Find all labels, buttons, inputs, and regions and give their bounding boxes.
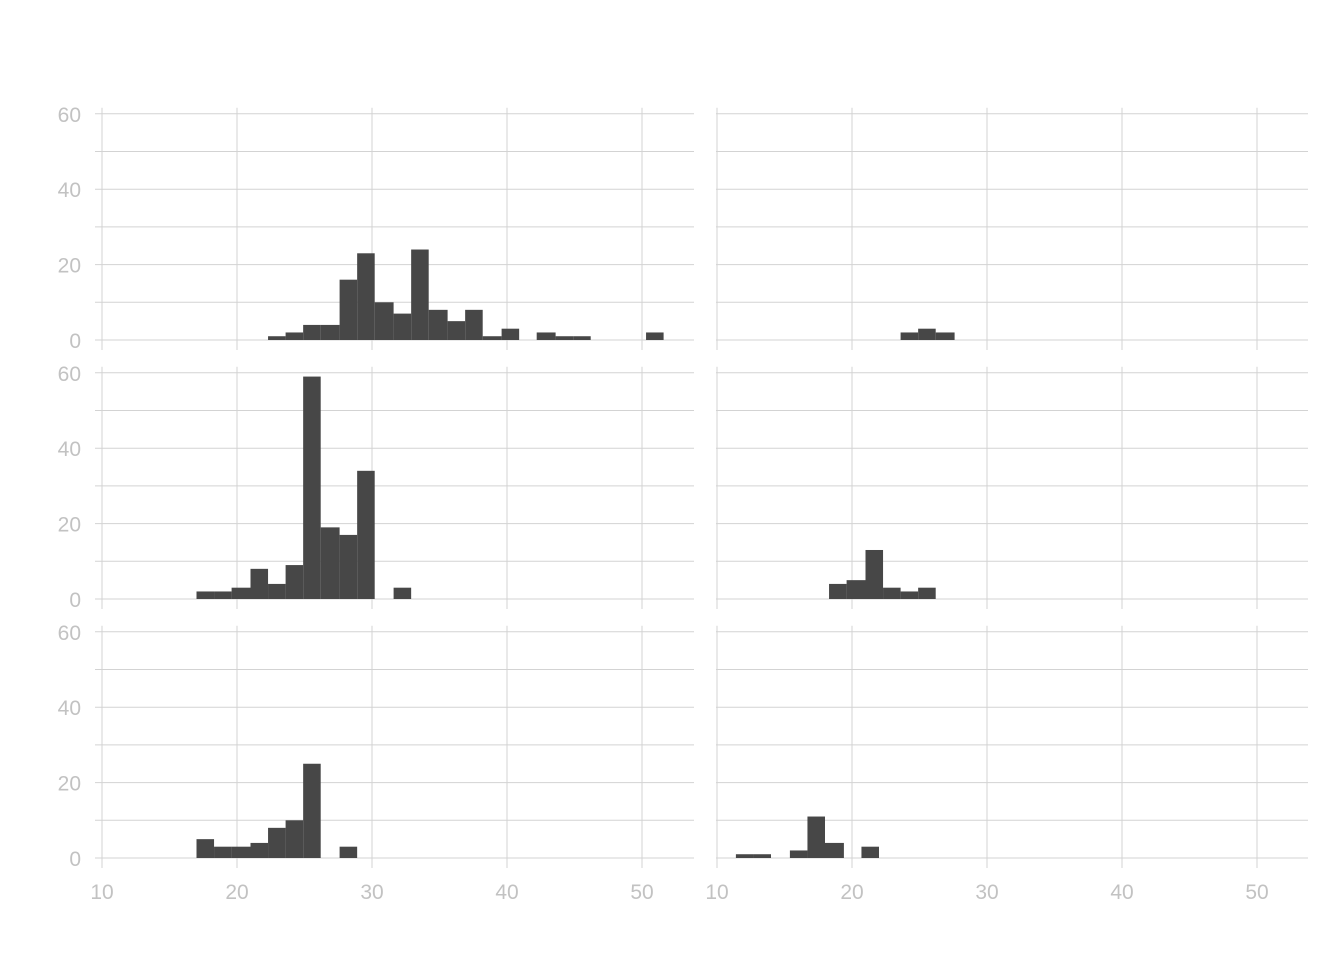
histogram-bar — [339, 279, 358, 340]
y-tick-label: 0 — [69, 330, 81, 353]
histogram-bar — [428, 309, 448, 340]
histogram-bar — [285, 565, 304, 599]
histogram-bar — [900, 332, 919, 340]
faceted-histogram-chart: 0 20 40 60 0 20 40 60 0 20 40 60 10 20 30 40 50 10 20 30 40 5… — [0, 0, 1344, 960]
histogram-bar — [268, 336, 286, 340]
x-tick-label: 50 — [630, 881, 653, 904]
histogram-bar — [918, 328, 936, 340]
histogram-bar — [501, 328, 520, 340]
histogram-bar — [573, 336, 591, 340]
histogram-bar — [865, 549, 884, 599]
histogram-bar — [807, 816, 825, 858]
histogram-bar — [829, 583, 847, 599]
histogram-bar — [320, 324, 340, 340]
histogram-bar — [753, 854, 771, 858]
y-tick-label: 40 — [58, 179, 81, 202]
y-tick-label: 40 — [58, 697, 81, 720]
histogram-bar — [846, 580, 866, 599]
histogram-bar — [339, 846, 358, 858]
histogram-bar — [447, 321, 466, 340]
x-tick-label: 50 — [1245, 881, 1268, 904]
x-tick-label: 30 — [975, 881, 998, 904]
x-tick-label: 20 — [840, 881, 863, 904]
histogram-bar — [285, 820, 304, 858]
y-tick-label: 20 — [58, 514, 81, 537]
histogram-bar — [303, 324, 321, 340]
x-tick-label: 20 — [225, 881, 248, 904]
histogram-bar — [231, 846, 251, 858]
y-tick-label: 0 — [69, 589, 81, 612]
chart-svg: 0 20 40 60 0 20 40 60 0 20 40 60 10 20 30 40 50 10 20 30 40 5… — [58, 104, 1308, 904]
histogram-bar — [339, 534, 358, 599]
y-tick-label: 0 — [69, 848, 81, 871]
histogram-bar — [536, 332, 556, 340]
x-tick-label: 30 — [360, 881, 383, 904]
y-tick-label: 60 — [58, 363, 81, 386]
histogram-bar — [411, 249, 429, 340]
histogram-bar — [268, 827, 286, 858]
histogram-bar — [789, 850, 808, 858]
histogram-bar — [482, 336, 502, 340]
histogram-bar — [231, 587, 251, 599]
y-tick-label: 60 — [58, 104, 81, 127]
histogram-bar — [214, 591, 232, 599]
histogram-bar — [250, 842, 269, 858]
histogram-bar — [900, 591, 919, 599]
histogram-bar — [196, 839, 215, 858]
y-tick-label: 60 — [58, 622, 81, 645]
histogram-bar — [555, 336, 574, 340]
y-tick-label: 20 — [58, 773, 81, 796]
histogram-bar — [465, 309, 483, 340]
x-tick-label: 10 — [705, 881, 728, 904]
histogram-bar — [285, 332, 304, 340]
histogram-bar — [393, 587, 412, 599]
histogram-bar — [320, 527, 340, 599]
histogram-bar — [268, 583, 286, 599]
histogram-bar — [825, 842, 844, 858]
x-tick-label: 10 — [90, 881, 113, 904]
histogram-bar — [214, 846, 232, 858]
y-tick-label: 40 — [58, 438, 81, 461]
x-tick-label: 40 — [495, 881, 518, 904]
histogram-bar — [374, 302, 394, 340]
histogram-bar — [393, 313, 412, 340]
histogram-bar — [735, 854, 754, 858]
histogram-bar — [935, 332, 955, 340]
histogram-bar — [918, 587, 936, 599]
histogram-bar — [357, 470, 375, 599]
histogram-bar — [303, 763, 321, 858]
histogram-bar — [883, 587, 901, 599]
histogram-bar — [303, 376, 321, 599]
histogram-bar — [250, 568, 269, 599]
y-tick-label: 20 — [58, 255, 81, 278]
histogram-bar — [861, 846, 879, 858]
histogram-bar — [357, 253, 375, 340]
histogram-bar — [196, 591, 215, 599]
histogram-bar — [646, 332, 664, 340]
x-tick-label: 40 — [1110, 881, 1133, 904]
